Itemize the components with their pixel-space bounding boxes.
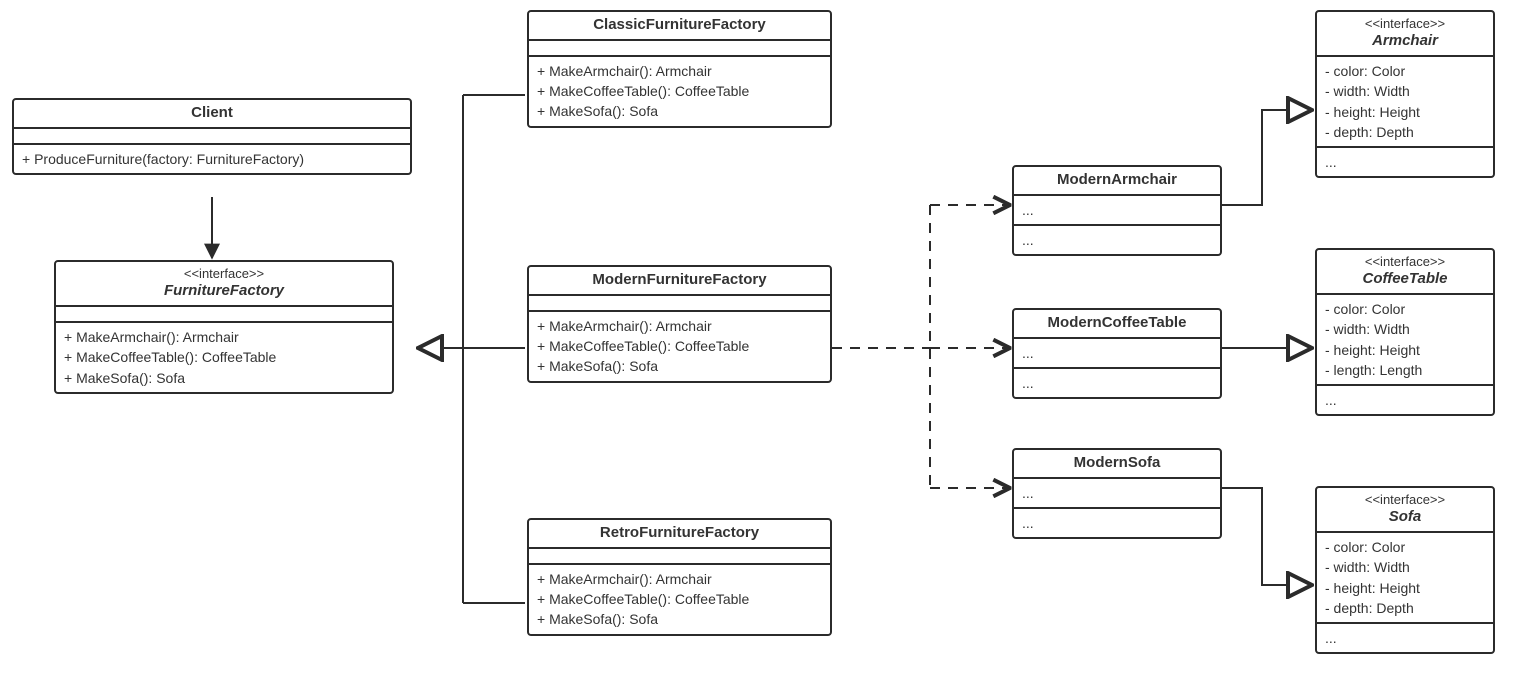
attr: - width: Width [1325, 319, 1485, 339]
class-classicfactory-attrs [529, 41, 830, 57]
attr: - height: Height [1325, 340, 1485, 360]
op: + MakeArmchair(): Armchair [64, 327, 384, 347]
class-furniturefactory: <<interface>> FurnitureFactory + MakeArm… [54, 260, 394, 394]
attr: - color: Color [1325, 537, 1485, 557]
attr: - depth: Depth [1325, 598, 1485, 618]
ops: ... [1014, 226, 1220, 254]
class-name: Armchair [1372, 32, 1438, 49]
op: + MakeArmchair(): Armchair [537, 569, 822, 589]
class-retrofactory-title: RetroFurnitureFactory [529, 520, 830, 549]
class-retrofactory: RetroFurnitureFactory + MakeArmchair(): … [527, 518, 832, 636]
attrs: - color: Color - width: Width - height: … [1317, 57, 1493, 148]
class-sofa: <<interface>> Sofa - color: Color - widt… [1315, 486, 1495, 654]
class-moderncoffeetable-title: ModernCoffeeTable [1014, 310, 1220, 339]
ops: ... [1317, 386, 1493, 414]
class-retrofactory-ops: + MakeArmchair(): Armchair + MakeCoffeeT… [529, 565, 830, 634]
class-modernfactory-attrs [529, 296, 830, 312]
class-client-attrs [14, 129, 410, 145]
attr: - length: Length [1325, 360, 1485, 380]
class-client-title: Client [14, 100, 410, 129]
op: + MakeSofa(): Sofa [64, 368, 384, 388]
stereotype: <<interface>> [1323, 492, 1487, 508]
class-retrofactory-attrs [529, 549, 830, 565]
edge-modernsofa-sofa [1222, 488, 1312, 585]
class-furniturefactory-attrs [56, 307, 392, 323]
class-armchair: <<interface>> Armchair - color: Color - … [1315, 10, 1495, 178]
op: + MakeCoffeeTable(): CoffeeTable [537, 336, 822, 356]
attr: - height: Height [1325, 578, 1485, 598]
attr: - depth: Depth [1325, 122, 1485, 142]
stereotype: <<interface>> [1323, 16, 1487, 32]
attr: - color: Color [1325, 61, 1485, 81]
attrs: - color: Color - width: Width - height: … [1317, 533, 1493, 624]
class-classicfactory-ops: + MakeArmchair(): Armchair + MakeCoffeeT… [529, 57, 830, 126]
uml-canvas: products (dashed with open arrow) --> Cl… [0, 0, 1513, 692]
class-coffeetable: <<interface>> CoffeeTable - color: Color… [1315, 248, 1495, 416]
op: + MakeArmchair(): Armchair [537, 61, 822, 81]
class-client: Client + ProduceFurniture(factory: Furni… [12, 98, 412, 175]
ops: ... [1317, 624, 1493, 652]
class-coffeetable-title: <<interface>> CoffeeTable [1317, 250, 1493, 295]
class-client-ops: + ProduceFurniture(factory: FurnitureFac… [14, 145, 410, 173]
class-moderncoffeetable: ModernCoffeeTable ... ... [1012, 308, 1222, 399]
attrs: ... [1014, 339, 1220, 369]
attr: - width: Width [1325, 81, 1485, 101]
class-classicfactory-title: ClassicFurnitureFactory [529, 12, 830, 41]
attr: - color: Color [1325, 299, 1485, 319]
stereotype: <<interface>> [1323, 254, 1487, 270]
stereotype: <<interface>> [62, 266, 386, 282]
class-modernfactory-title: ModernFurnitureFactory [529, 267, 830, 296]
attr: - width: Width [1325, 557, 1485, 577]
class-name: FurnitureFactory [164, 282, 284, 299]
op: + MakeArmchair(): Armchair [537, 316, 822, 336]
op: + ProduceFurniture(factory: FurnitureFac… [22, 149, 402, 169]
edge-modernarmchair-armchair [1222, 110, 1312, 205]
class-modernsofa: ModernSofa ... ... [1012, 448, 1222, 539]
attr: - height: Height [1325, 102, 1485, 122]
class-furniturefactory-title: <<interface>> FurnitureFactory [56, 262, 392, 307]
class-sofa-title: <<interface>> Sofa [1317, 488, 1493, 533]
class-modernfactory: ModernFurnitureFactory + MakeArmchair():… [527, 265, 832, 383]
op: + MakeSofa(): Sofa [537, 609, 822, 629]
class-armchair-title: <<interface>> Armchair [1317, 12, 1493, 57]
attrs: ... [1014, 196, 1220, 226]
ops: ... [1014, 369, 1220, 397]
ops: ... [1317, 148, 1493, 176]
class-modernarmchair-title: ModernArmchair [1014, 167, 1220, 196]
class-modernfactory-ops: + MakeArmchair(): Armchair + MakeCoffeeT… [529, 312, 830, 381]
ops: ... [1014, 509, 1220, 537]
op: + MakeCoffeeTable(): CoffeeTable [537, 81, 822, 101]
class-modernarmchair: ModernArmchair ... ... [1012, 165, 1222, 256]
class-classicfactory: ClassicFurnitureFactory + MakeArmchair()… [527, 10, 832, 128]
class-name: Sofa [1389, 508, 1422, 525]
op: + MakeCoffeeTable(): CoffeeTable [64, 347, 384, 367]
attrs: ... [1014, 479, 1220, 509]
class-modernsofa-title: ModernSofa [1014, 450, 1220, 479]
op: + MakeSofa(): Sofa [537, 356, 822, 376]
class-furniturefactory-ops: + MakeArmchair(): Armchair + MakeCoffeeT… [56, 323, 392, 392]
class-name: CoffeeTable [1362, 270, 1447, 287]
op: + MakeCoffeeTable(): CoffeeTable [537, 589, 822, 609]
op: + MakeSofa(): Sofa [537, 101, 822, 121]
attrs: - color: Color - width: Width - height: … [1317, 295, 1493, 386]
